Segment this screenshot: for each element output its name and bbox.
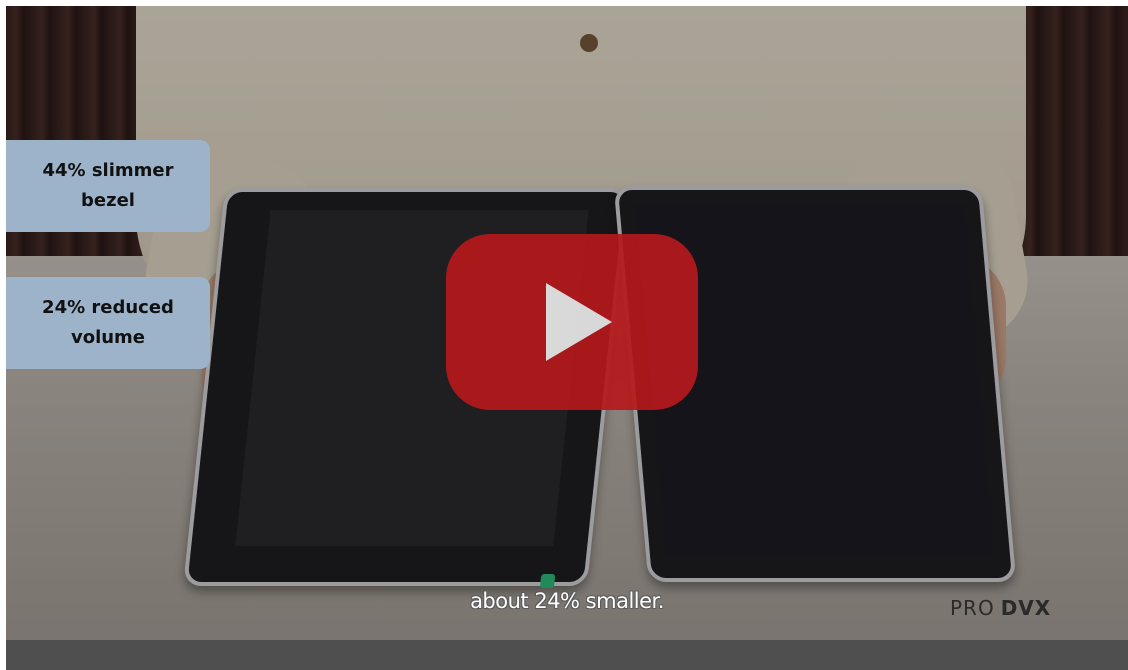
brand-logo: PRO DVX: [950, 596, 1051, 620]
callout-volume-text: 24% reduced volume: [42, 297, 174, 348]
play-icon: [546, 283, 612, 361]
video-player[interactable]: 44% slimmer bezel 24% reduced volume abo…: [6, 6, 1128, 670]
callout-volume: 24% reduced volume: [6, 277, 210, 369]
callout-bezel-text: 44% slimmer bezel: [42, 160, 174, 211]
callout-bezel: 44% slimmer bezel: [6, 140, 210, 232]
logo-pro-text: PRO: [950, 596, 995, 620]
video-bottom-bar: [6, 640, 1128, 670]
logo-dvx-text: DVX: [1000, 596, 1052, 620]
play-button[interactable]: [446, 234, 698, 410]
